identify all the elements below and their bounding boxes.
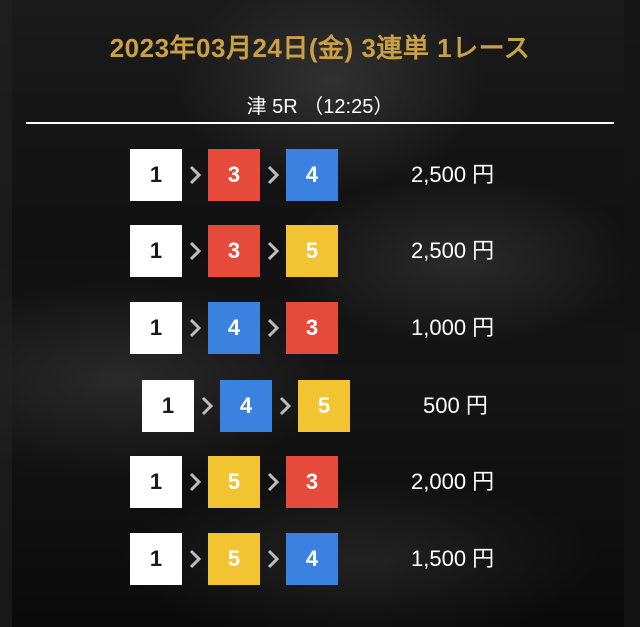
boat-box-first: 1 — [130, 456, 182, 508]
boat-box-second: 4 — [220, 380, 272, 432]
payout-amount: 1,500 円 — [411, 546, 495, 571]
payout-amount: 2,500 円 — [411, 238, 495, 263]
chevron-right-icon — [194, 380, 220, 432]
boat-box-second: 3 — [208, 225, 260, 277]
combination: 1 3 5 — [130, 225, 338, 277]
payout-amount: 1,000 円 — [411, 315, 495, 340]
combination: 1 5 3 — [130, 456, 338, 508]
result-row: 1 3 5 2,500 円 — [0, 225, 640, 277]
chevron-right-icon — [260, 456, 286, 508]
results-panel: 2023年03月24日(金) 3連単 1レース 津 5R （12:25） 1 3… — [0, 0, 640, 627]
boat-box-first: 1 — [130, 149, 182, 201]
divider — [26, 122, 614, 124]
boat-box-third: 4 — [286, 149, 338, 201]
boat-box-third: 3 — [286, 456, 338, 508]
boat-box-second: 4 — [208, 302, 260, 354]
chevron-right-icon — [260, 149, 286, 201]
combination: 1 4 5 — [142, 380, 350, 432]
boat-box-third: 5 — [298, 380, 350, 432]
chevron-right-icon — [182, 302, 208, 354]
combination: 1 3 4 — [130, 149, 338, 201]
combination: 1 5 4 — [130, 533, 338, 585]
result-row: 1 4 3 1,000 円 — [0, 302, 640, 354]
boat-box-third: 5 — [286, 225, 338, 277]
chevron-right-icon — [182, 225, 208, 277]
boat-box-first: 1 — [142, 380, 194, 432]
chevron-right-icon — [182, 456, 208, 508]
boat-box-second: 5 — [208, 533, 260, 585]
boat-box-second: 3 — [208, 149, 260, 201]
boat-box-third: 3 — [286, 302, 338, 354]
chevron-right-icon — [260, 302, 286, 354]
page-title: 2023年03月24日(金) 3連単 1レース — [109, 33, 531, 63]
boat-box-first: 1 — [130, 225, 182, 277]
result-row: 1 3 4 2,500 円 — [0, 149, 640, 201]
payout-amount: 500 円 — [423, 393, 488, 418]
payout-amount: 2,000 円 — [411, 469, 495, 494]
boat-box-third: 4 — [286, 533, 338, 585]
result-row: 1 4 5 500 円 — [0, 380, 640, 432]
chevron-right-icon — [182, 149, 208, 201]
boat-box-first: 1 — [130, 302, 182, 354]
result-row: 1 5 4 1,500 円 — [0, 533, 640, 585]
chevron-right-icon — [272, 380, 298, 432]
boat-box-second: 5 — [208, 456, 260, 508]
chevron-right-icon — [182, 533, 208, 585]
boat-box-first: 1 — [130, 533, 182, 585]
race-info: 津 5R （12:25） — [246, 96, 394, 118]
chevron-right-icon — [260, 533, 286, 585]
chevron-right-icon — [260, 225, 286, 277]
result-row: 1 5 3 2,000 円 — [0, 456, 640, 508]
payout-amount: 2,500 円 — [411, 162, 495, 187]
combination: 1 4 3 — [130, 302, 338, 354]
